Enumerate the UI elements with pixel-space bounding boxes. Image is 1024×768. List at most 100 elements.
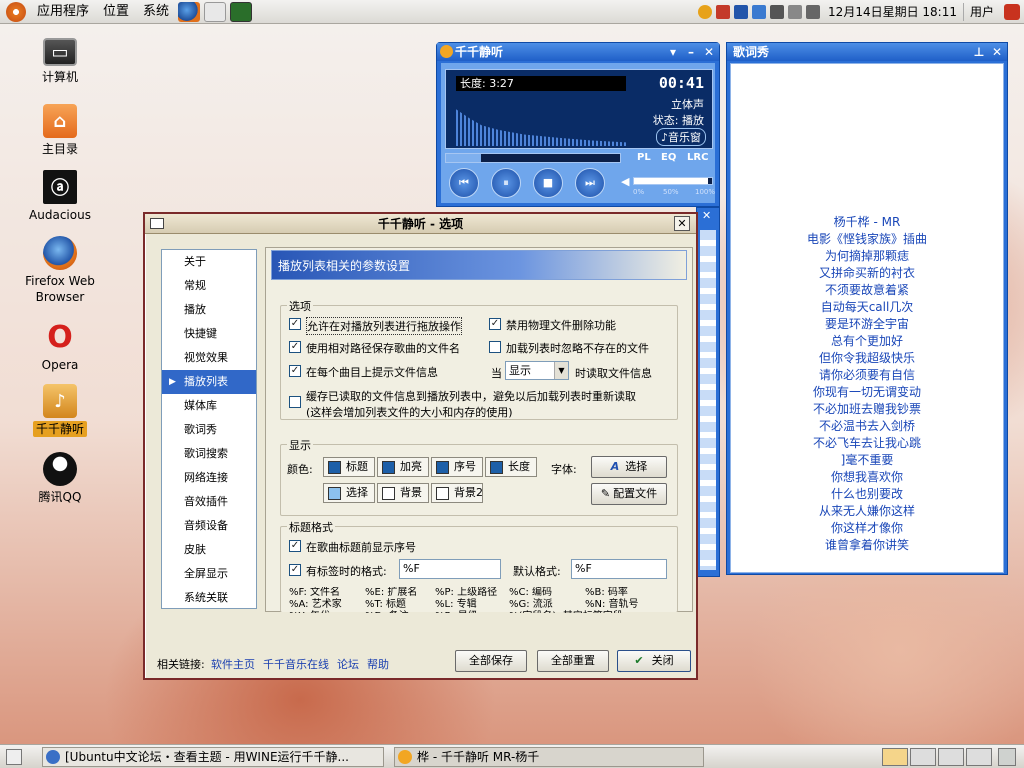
nav-item[interactable]: 媒体库	[162, 394, 256, 418]
nav-item[interactable]: 音效插件	[162, 490, 256, 514]
lyrics-titlebar[interactable]: 歌词秀 ⊥ ✕	[727, 43, 1007, 61]
color-highlight-button[interactable]: 加亮	[377, 457, 429, 477]
when-select[interactable]: 显示 ▼	[505, 361, 569, 380]
dialog-close-button[interactable]: ✕	[674, 216, 690, 231]
reset-all-button[interactable]: 全部重置	[537, 650, 609, 672]
menu-places[interactable]: 位置	[96, 0, 136, 24]
default-format-input[interactable]: %F	[571, 559, 667, 579]
printer-tray-icon[interactable]	[788, 4, 803, 19]
playlist-scroll[interactable]	[700, 230, 716, 570]
system-monitor-launcher-icon[interactable]	[230, 1, 253, 22]
mail-launcher-icon[interactable]	[204, 1, 227, 22]
nav-item[interactable]: 歌词搜索	[162, 442, 256, 466]
drag-checkbox[interactable]: ✓ 允许在对播放列表进行拖放操作	[289, 317, 462, 335]
tab-lrc[interactable]: LRC	[687, 152, 708, 163]
nav-item[interactable]: 关于	[162, 250, 256, 274]
lyrics-pin-button[interactable]: ⊥	[971, 44, 987, 60]
volume-tray-icon[interactable]	[806, 4, 821, 19]
tip-info-checkbox[interactable]: ✓ 在每个曲目上提示文件信息	[289, 364, 438, 380]
font-select-button[interactable]: A 选择	[591, 456, 667, 478]
desktop-icon-computer[interactable]: ▭ 计算机	[14, 38, 106, 85]
desktop-icon-opera[interactable]: O Opera	[14, 320, 106, 373]
desktop-icon-ttplayer[interactable]: ♪ 千千静听	[14, 384, 106, 437]
lyrics-pane[interactable]: 杨千桦 - MR 电影《悭钱家族》插曲 为何摘掉那颗痣 又拼命买新的衬衣 不须要故意着紧…	[730, 63, 1004, 573]
color-length-button[interactable]: 长度	[485, 457, 537, 477]
browser-task-icon	[46, 750, 60, 764]
user-menu[interactable]: 用户	[964, 3, 1000, 20]
dialog-titlebar[interactable]: 千千静听 - 选项 ✕	[145, 214, 696, 234]
firefox-launcher-icon[interactable]	[178, 1, 201, 22]
config-file-button[interactable]: ✎ 配置文件	[591, 483, 667, 505]
nav-item[interactable]: 全屏显示	[162, 562, 256, 586]
volume-icon[interactable]: ◀	[621, 175, 629, 188]
player-close-button[interactable]: ✕	[701, 44, 717, 60]
show-index-checkbox[interactable]: ✓ 在歌曲标题前显示序号	[289, 539, 416, 555]
playlist-close-button[interactable]: ✕	[702, 209, 711, 222]
nav-item[interactable]: 系统关联	[162, 586, 256, 610]
link-help[interactable]: 帮助	[367, 656, 389, 672]
volume-slider[interactable]	[633, 177, 713, 185]
nav-item[interactable]: 视觉效果	[162, 346, 256, 370]
cache-checkbox[interactable]: 缓存已读取的文件信息到播放列表中，避免以后加载列表时重新读取 (这样会增加列表文件…	[289, 388, 636, 420]
tab-pl[interactable]: PL	[637, 152, 651, 163]
workspace-4[interactable]	[966, 748, 992, 766]
save-all-button[interactable]: 全部保存	[455, 650, 527, 672]
qq-tray-icon[interactable]	[734, 4, 749, 19]
desktop-icon-qq[interactable]: 腾讯QQ	[14, 452, 106, 505]
color-title-button[interactable]: 标题	[323, 457, 375, 477]
prev-button[interactable]: ⏮	[449, 168, 479, 198]
ubuntu-logo-icon[interactable]	[6, 1, 26, 22]
player-minimize-button[interactable]: –	[683, 44, 699, 60]
ignore-missing-checkbox[interactable]: 加载列表时忽略不存在的文件	[489, 340, 649, 356]
link-homepage[interactable]: 软件主页	[211, 656, 255, 672]
nav-item[interactable]: 歌词秀	[162, 418, 256, 442]
menu-applications[interactable]: 应用程序	[30, 0, 96, 24]
workspace-1[interactable]	[882, 748, 908, 766]
player-titlebar[interactable]: 千千静听 ▾ – ✕	[437, 43, 719, 61]
menu-system[interactable]: 系统	[136, 0, 176, 24]
music-window-button[interactable]: ♪音乐窗	[655, 128, 706, 146]
display-tray-icon[interactable]	[770, 4, 785, 19]
color-background2-label: 背景2	[454, 486, 483, 499]
relpath-checkbox[interactable]: ✓ 使用相对路径保存歌曲的文件名	[289, 340, 460, 356]
player-menu-button[interactable]: ▾	[665, 44, 681, 60]
shutdown-icon[interactable]	[1004, 3, 1020, 20]
color-select-button[interactable]: 选择	[323, 483, 375, 503]
workspace-3[interactable]	[938, 748, 964, 766]
nav-item[interactable]: 皮肤	[162, 538, 256, 562]
ttplayer-tray-icon[interactable]	[698, 4, 713, 19]
show-desktop-icon[interactable]	[6, 749, 22, 765]
nav-item[interactable]: 快捷键	[162, 322, 256, 346]
tab-eq[interactable]: EQ	[661, 152, 676, 163]
link-forum[interactable]: 论坛	[337, 656, 359, 672]
close-button[interactable]: ✔ 关闭	[617, 650, 691, 672]
lyrics-close-button[interactable]: ✕	[989, 44, 1005, 60]
phys-delete-checkbox[interactable]: ✓ 禁用物理文件删除功能	[489, 317, 616, 333]
network-tray-icon[interactable]	[716, 4, 731, 19]
nav-item[interactable]: 网络连接	[162, 466, 256, 490]
nav-item[interactable]: 播放	[162, 298, 256, 322]
color-background-button[interactable]: 背景	[377, 483, 429, 503]
volume-mark-0: 0%	[633, 188, 645, 196]
color-index-button[interactable]: 序号	[431, 457, 483, 477]
desktop-icon-firefox[interactable]: Firefox Web Browser	[14, 236, 106, 305]
seek-bar[interactable]	[445, 153, 621, 163]
nav-item[interactable]: 常规	[162, 274, 256, 298]
trash-icon[interactable]	[998, 748, 1016, 766]
desktop-icon-home[interactable]: ⌂ 主目录	[14, 104, 106, 157]
tagged-format-checkbox[interactable]: ✓ 有标签时的格式:	[289, 563, 387, 579]
tagged-format-input[interactable]: %F	[399, 559, 501, 579]
desktop-icon-audacious[interactable]: ⓐ Audacious	[14, 170, 106, 223]
nav-item[interactable]: 播放列表	[162, 370, 256, 394]
taskbar-item-ttplayer[interactable]: 桦 - 千千静听 MR-杨千	[394, 747, 704, 767]
next-button[interactable]: ⏭	[575, 168, 605, 198]
stop-button[interactable]: ■	[533, 168, 563, 198]
update-tray-icon[interactable]	[752, 4, 767, 19]
pause-button[interactable]: ⏸	[491, 168, 521, 198]
clock[interactable]: 12月14日星期日 18:11	[822, 3, 963, 20]
link-music-online[interactable]: 千千音乐在线	[263, 656, 329, 672]
workspace-2[interactable]	[910, 748, 936, 766]
taskbar-item-browser[interactable]: [Ubuntu中文论坛・查看主题 - 用WINE运行千千静...	[42, 747, 384, 767]
color-background2-button[interactable]: 背景2	[431, 483, 483, 503]
nav-item[interactable]: 音频设备	[162, 514, 256, 538]
